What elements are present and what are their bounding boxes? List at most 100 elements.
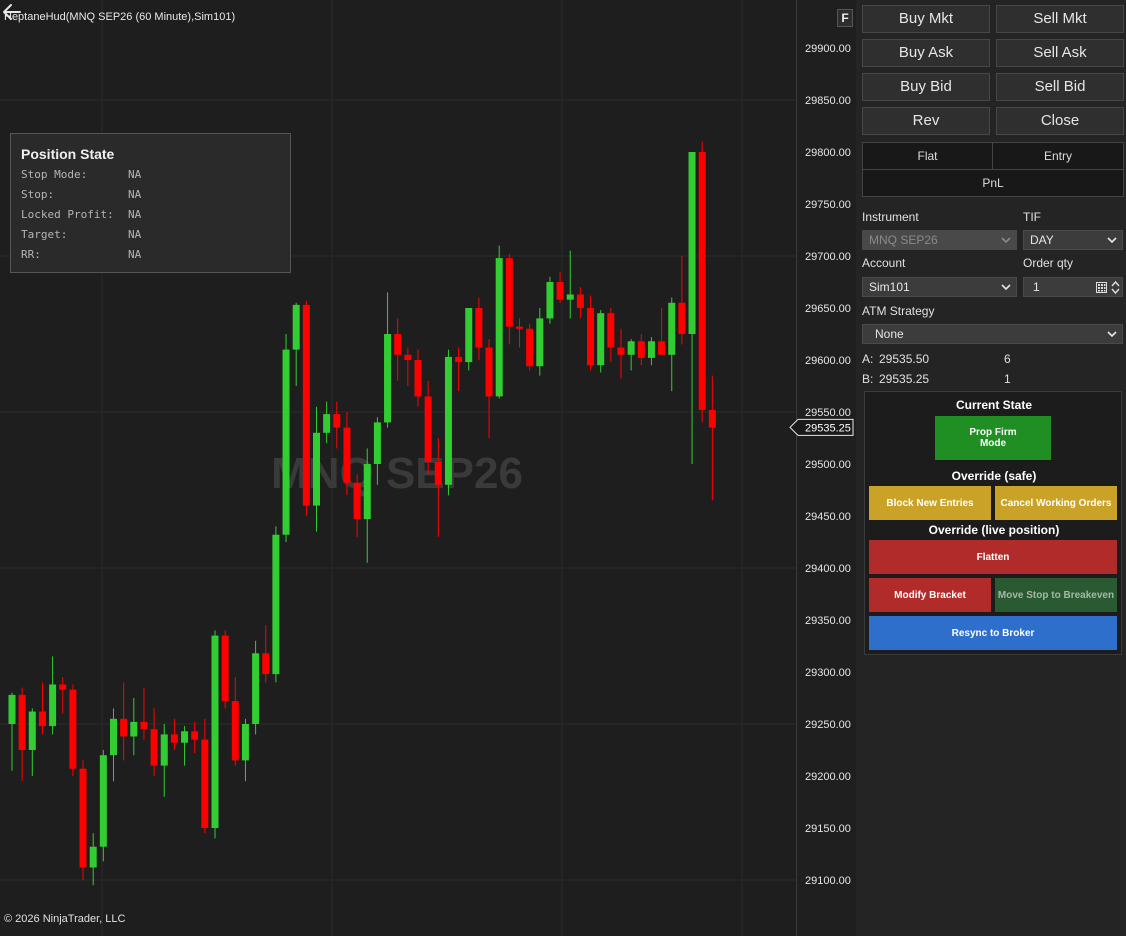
candle [323, 401, 331, 444]
tab-flat[interactable]: Flat [862, 142, 993, 170]
tab-pnl[interactable]: PnL [862, 169, 1124, 197]
candle-body [587, 308, 595, 366]
copyright-text: © 2026 NinjaTrader, LLC [4, 913, 126, 925]
order-qty-label: Order qty [1023, 256, 1074, 270]
candle-body [333, 414, 341, 428]
bid-price: 29535.25 [879, 372, 930, 386]
atm-strategy-select[interactable]: None [862, 324, 1123, 344]
price-chart[interactable]: MNQ SEP26 29900.00 29850.00 29800.00 29750.0… [0, 0, 854, 936]
candle-body [79, 768, 87, 868]
candle [79, 760, 87, 880]
candle [465, 308, 473, 371]
price-axis-label: 29550.00 [805, 407, 851, 419]
ps-row-rr: RR: NA [21, 248, 142, 261]
f-button[interactable]: F [837, 9, 853, 27]
candle [49, 656, 57, 735]
candle-body [384, 334, 392, 423]
candle-body [353, 482, 361, 520]
candle-body [424, 396, 432, 462]
position-state-panel: Position State Stop Mode: NA Stop: NA Lock… [10, 133, 291, 273]
candle [526, 323, 534, 371]
stepper-icon[interactable] [1111, 280, 1120, 295]
move-stop-breakeven-button[interactable]: Move Stop to Breakeven [995, 578, 1117, 612]
candle [313, 406, 320, 532]
candle-body [191, 731, 199, 740]
instrument-select[interactable]: MNQ SEP26 [862, 230, 1017, 250]
candle [282, 334, 290, 542]
candle [475, 297, 483, 360]
candle-body [272, 534, 280, 675]
candle-body [566, 294, 574, 300]
candle [231, 677, 239, 766]
candle-body [252, 653, 260, 724]
candle [292, 302, 300, 386]
block-new-entries-button[interactable]: Block New Entries [869, 486, 991, 520]
candle [536, 308, 544, 376]
instrument-label: Instrument [862, 210, 919, 224]
calculator-icon[interactable] [1096, 282, 1107, 293]
ask-size: 6 [1004, 352, 1011, 366]
buy-market-button[interactable]: Buy Mkt [862, 5, 990, 33]
candle-body [637, 341, 645, 358]
price-axis-label: 29850.00 [805, 95, 851, 107]
resync-broker-button[interactable]: Resync to Broker [869, 616, 1117, 650]
buy-bid-button[interactable]: Buy Bid [862, 73, 990, 101]
account-select[interactable]: Sim101 [862, 277, 1017, 297]
candle-body [323, 414, 331, 433]
candle-body [617, 347, 625, 355]
order-qty-input[interactable]: 1 [1023, 277, 1123, 297]
candle-body [688, 152, 696, 334]
candle-body [475, 308, 483, 348]
candle [262, 625, 270, 683]
price-axis-label: 29900.00 [805, 43, 851, 55]
candle-body [313, 432, 320, 506]
prop-firm-mode-button[interactable]: Prop Firm Mode [935, 416, 1051, 460]
flatten-button[interactable]: Flatten [869, 540, 1117, 574]
sell-market-button[interactable]: Sell Mkt [996, 5, 1124, 33]
ps-row-target: Target: NA [21, 228, 142, 241]
candle-body [59, 684, 67, 690]
reverse-button[interactable]: Rev [862, 107, 990, 135]
override-safe-heading: Override (safe) [951, 469, 1037, 483]
cancel-working-orders-button[interactable]: Cancel Working Orders [995, 486, 1117, 520]
chevron-down-icon [1001, 237, 1011, 244]
candle [607, 308, 615, 363]
candle [221, 630, 229, 709]
candle [414, 349, 422, 407]
candle [516, 318, 523, 348]
candle [384, 292, 392, 428]
candle [485, 339, 493, 438]
override-live-heading: Override (live position) [928, 523, 1060, 537]
current-state-heading: Current State [955, 398, 1032, 412]
tif-select[interactable]: DAY [1023, 230, 1123, 250]
candle [627, 339, 635, 371]
ask-label: A: [862, 352, 874, 366]
tab-entry[interactable]: Entry [992, 142, 1124, 170]
candle [150, 708, 158, 776]
back-arrow-icon[interactable] [0, 0, 24, 24]
candle-body [170, 734, 178, 743]
buy-ask-button[interactable]: Buy Ask [862, 39, 990, 67]
price-axis-label: 29450.00 [805, 511, 851, 523]
candle [353, 474, 361, 537]
candle-body [536, 318, 544, 367]
sell-bid-button[interactable]: Sell Bid [996, 73, 1124, 101]
candle-body [99, 755, 107, 847]
candle-body [302, 304, 310, 506]
candle-body [38, 711, 46, 727]
candle [181, 726, 189, 766]
price-axis-label: 29750.00 [805, 199, 851, 211]
chevron-down-icon [1107, 237, 1117, 244]
price-axis-label: 29600.00 [805, 355, 851, 367]
candle [120, 682, 128, 761]
candle [201, 718, 209, 834]
candle-body [49, 684, 57, 727]
candle [272, 526, 280, 683]
candle [424, 380, 432, 475]
candle-body [89, 846, 97, 868]
candle [587, 295, 595, 371]
close-button[interactable]: Close [996, 107, 1124, 135]
modify-bracket-button[interactable]: Modify Bracket [869, 578, 991, 612]
candle [59, 677, 67, 714]
sell-ask-button[interactable]: Sell Ask [996, 39, 1124, 67]
